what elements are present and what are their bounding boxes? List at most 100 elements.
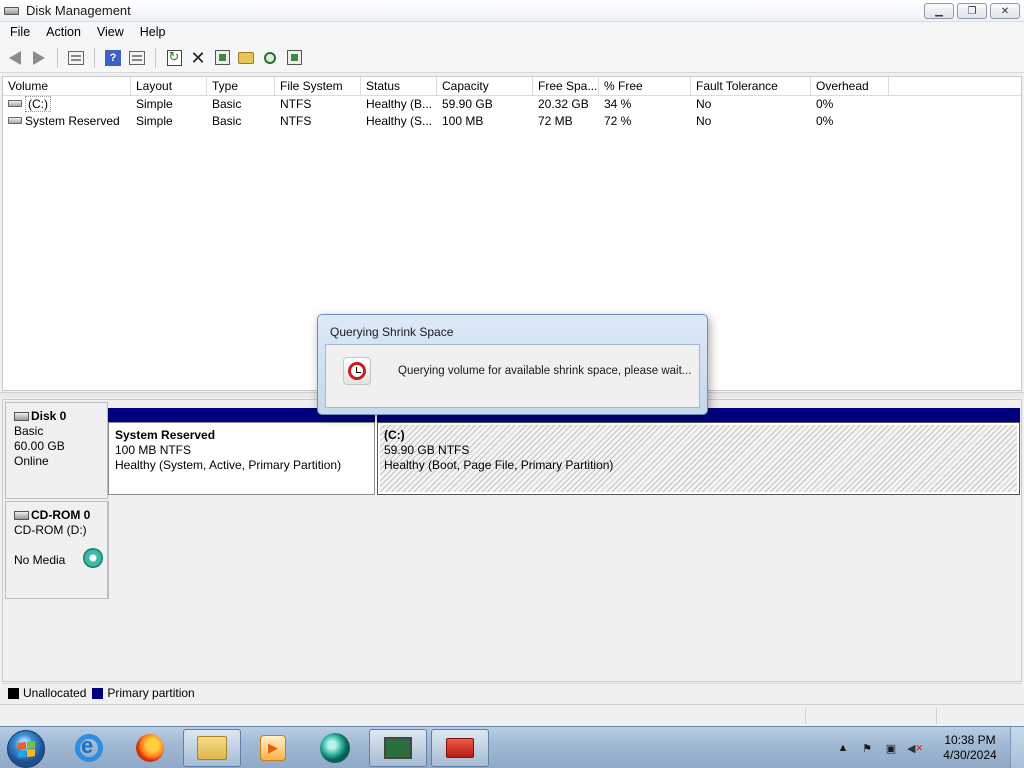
column-header-status[interactable]: Status xyxy=(361,77,437,96)
table-cell-capacity: 100 MB xyxy=(442,114,484,128)
cdrom-icon xyxy=(14,511,29,520)
column-header-layout[interactable]: Layout xyxy=(131,77,207,96)
show-desktop-button[interactable] xyxy=(1010,727,1024,768)
properties-pane-icon[interactable] xyxy=(126,47,148,69)
toolbar: ? ✕ xyxy=(0,43,1024,73)
taskbar-clock[interactable]: 10:38 PM 4/30/2024 xyxy=(930,733,1010,763)
table-cell-status: Healthy (B... xyxy=(366,97,433,111)
teal-app-icon xyxy=(320,733,350,763)
table-cell-volume: (C:) xyxy=(3,96,131,113)
cd-disc-icon xyxy=(83,548,103,568)
file-explorer-icon xyxy=(197,736,227,760)
minimize-button[interactable]: ▁ xyxy=(924,3,954,19)
forward-arrow-icon[interactable] xyxy=(28,47,50,69)
disk-0-type: Basic xyxy=(14,424,44,438)
properties-icon[interactable] xyxy=(211,47,233,69)
partition-size: 100 MB NTFS xyxy=(115,443,192,457)
firefox-icon xyxy=(136,734,164,762)
legend-label: Primary partition xyxy=(107,686,195,700)
menu-file[interactable]: File xyxy=(2,22,38,43)
open-icon[interactable] xyxy=(235,47,257,69)
table-cell-overhead: 0% xyxy=(816,97,834,111)
volume-muted-icon[interactable]: ◀ ✕ xyxy=(906,740,924,756)
clock-time: 10:38 PM xyxy=(944,733,996,747)
column-header-volume[interactable]: Volume xyxy=(3,77,131,96)
start-button[interactable] xyxy=(7,730,45,768)
disk-management-icon xyxy=(4,4,20,18)
cdrom-0-label[interactable]: CD-ROM 0 CD-ROM (D:) No Media xyxy=(5,501,108,599)
toolbar-separator xyxy=(155,47,156,68)
help-icon[interactable]: ? xyxy=(102,47,124,69)
volume-name: System Reserved xyxy=(25,114,120,128)
table-cell-overhead: 0% xyxy=(816,114,834,128)
status-separator xyxy=(936,708,937,724)
action-center-flag-icon[interactable]: ⚑ xyxy=(858,740,876,756)
table-row[interactable]: System Reserved Simple Basic NTFS Health… xyxy=(3,113,1021,130)
menu-action[interactable]: Action xyxy=(38,22,89,43)
refresh-icon[interactable] xyxy=(163,47,185,69)
legend-item-unallocated: Unallocated xyxy=(8,686,86,700)
column-header-overhead[interactable]: Overhead xyxy=(811,77,889,96)
column-header-percent-free[interactable]: % Free xyxy=(599,77,691,96)
partition-body-selected: (C:) 59.90 GB NTFS Healthy (Boot, Page F… xyxy=(380,425,1017,492)
taskbar-computer-management[interactable] xyxy=(369,729,427,767)
legend-item-primary-partition: Primary partition xyxy=(92,686,195,700)
taskbar-toolbox[interactable] xyxy=(431,729,489,767)
network-icon[interactable]: ▣ xyxy=(882,740,900,756)
toolbar-separator xyxy=(94,47,95,68)
clock-icon xyxy=(343,357,371,385)
menu-help[interactable]: Help xyxy=(132,22,174,43)
partition-title: (C:) xyxy=(384,428,405,442)
status-bar xyxy=(0,704,1024,726)
explore-icon[interactable] xyxy=(259,47,281,69)
taskbar-teal-app[interactable] xyxy=(306,729,364,767)
taskbar-media-player[interactable]: ▶ xyxy=(244,729,302,767)
show-hidden-icons-icon[interactable]: ▲ xyxy=(834,740,852,756)
column-header-file-system[interactable]: File System xyxy=(275,77,361,96)
disk-0-name: Disk 0 xyxy=(14,409,99,424)
title-bar: Disk Management ▁ ❐ ✕ xyxy=(0,0,1024,22)
settings-icon[interactable] xyxy=(283,47,305,69)
legend-swatch xyxy=(92,687,104,699)
table-cell-capacity: 59.90 GB xyxy=(442,97,493,111)
table-cell-layout: Simple xyxy=(136,114,173,128)
windows-logo-icon xyxy=(17,740,35,758)
clock-date: 4/30/2024 xyxy=(943,748,997,762)
legend-swatch xyxy=(8,687,19,699)
close-button[interactable]: ✕ xyxy=(990,3,1020,19)
querying-shrink-space-dialog[interactable]: Querying Shrink Space Querying volume fo… xyxy=(317,314,708,415)
drive-icon xyxy=(8,117,22,125)
table-cell-file-system: NTFS xyxy=(280,114,312,128)
taskbar-firefox[interactable] xyxy=(121,729,179,767)
system-tray: ▲ ⚑ ▣ ◀ ✕ 10:38 PM 4/30/2024 xyxy=(834,727,1024,768)
dialog-title: Querying Shrink Space xyxy=(330,325,454,339)
legend-label: Unallocated xyxy=(23,686,87,700)
cdrom-0-area xyxy=(108,501,1020,599)
table-cell-percent-free: 34 % xyxy=(604,97,632,111)
column-header-fault-tolerance[interactable]: Fault Tolerance xyxy=(691,77,811,96)
table-cell-layout: Simple xyxy=(136,97,173,111)
taskbar-file-explorer[interactable] xyxy=(183,729,241,767)
partition-system-reserved[interactable]: System Reserved 100 MB NTFS Healthy (Sys… xyxy=(108,422,375,495)
disk-graphical-view: Disk 0 Basic 60.00 GB Online System Rese… xyxy=(2,399,1022,682)
delete-icon[interactable]: ✕ xyxy=(187,47,209,69)
partition-c-drive[interactable]: (C:) 59.90 GB NTFS Healthy (Boot, Page F… xyxy=(377,422,1020,495)
dialog-body: Querying volume for available shrink spa… xyxy=(325,344,700,408)
column-header-capacity[interactable]: Capacity xyxy=(437,77,533,96)
table-cell-free-space: 20.32 GB xyxy=(538,97,589,111)
disk-0-label[interactable]: Disk 0 Basic 60.00 GB Online xyxy=(5,402,108,499)
back-arrow-icon[interactable] xyxy=(4,47,26,69)
menu-view[interactable]: View xyxy=(89,22,132,43)
restore-button[interactable]: ❐ xyxy=(957,3,987,19)
column-header-free-space[interactable]: Free Spa... xyxy=(533,77,599,96)
internet-explorer-icon xyxy=(75,733,103,762)
taskbar-internet-explorer[interactable] xyxy=(60,729,118,767)
table-row[interactable]: (C:) Simple Basic NTFS Healthy (B... 59.… xyxy=(3,96,1021,113)
disk-0-partition-area: System Reserved 100 MB NTFS Healthy (Sys… xyxy=(108,408,1020,495)
table-cell-file-system: NTFS xyxy=(280,97,312,111)
show-hide-console-tree-icon[interactable] xyxy=(65,47,87,69)
column-header-type[interactable]: Type xyxy=(207,77,275,96)
volume-list-header: Volume Layout Type File System Status Ca… xyxy=(3,77,1021,96)
legend: Unallocated Primary partition xyxy=(2,683,1022,702)
toolbox-icon xyxy=(446,738,474,758)
